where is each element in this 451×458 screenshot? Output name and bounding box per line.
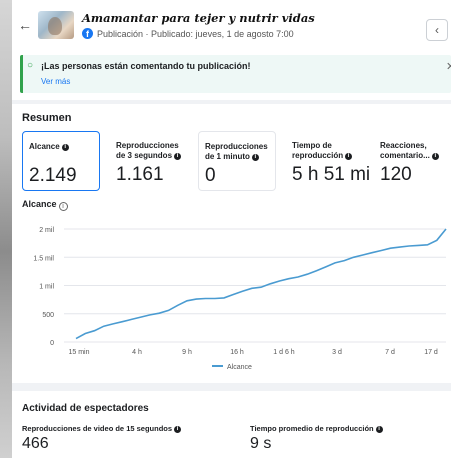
post-title: Amamantar para tejer y nutrir vidas xyxy=(82,11,315,25)
x-tick-label: 17 d xyxy=(424,349,438,356)
metric-value: 2.149 xyxy=(29,165,77,186)
x-tick-label: 16 h xyxy=(230,349,244,356)
reach-chart-title: Alcance i xyxy=(22,199,68,211)
viewer-metric-value: 9 s xyxy=(250,435,272,452)
close-icon[interactable]: ✕ xyxy=(446,60,451,73)
viewer-metric-label: Reproducciones de video de 15 segundos i xyxy=(22,424,182,433)
summary-title: Resumen xyxy=(22,112,72,124)
metric-label: Alcance i xyxy=(29,142,101,152)
notification-text: ¡Las personas están comentando tu public… xyxy=(41,61,251,71)
y-tick-label: 1.5 mil xyxy=(33,255,54,262)
x-tick-label: 9 h xyxy=(182,349,192,356)
metric-3s-plays[interactable]: Reproducciones de 3 segundos i 1.161 xyxy=(110,131,188,191)
post-subtitle: Publicación · Publicado: jueves, 1 de ag… xyxy=(97,29,294,39)
legend-swatch xyxy=(212,365,223,367)
viewer-activity-title: Actividad de espectadores xyxy=(22,403,149,414)
section-divider xyxy=(12,100,451,104)
metric-reactions[interactable]: Reacciones, comentario... i 120 xyxy=(374,131,451,191)
lightbulb-icon: ○ xyxy=(27,60,34,71)
info-icon[interactable]: i xyxy=(251,154,259,161)
y-tick-label: 0 xyxy=(50,340,54,347)
metric-label: Reproducciones de 3 segundos i xyxy=(116,141,188,161)
x-tick-label: 15 min xyxy=(68,349,89,356)
insights-panel: ← Amamantar para tejer y nutrir vidas f … xyxy=(12,0,451,458)
metric-value: 120 xyxy=(380,164,412,185)
metric-value: 5 h 51 mi xyxy=(292,164,371,185)
metric-value: 1.161 xyxy=(116,164,164,185)
info-icon[interactable]: i xyxy=(61,144,69,151)
x-tick-label: 1 d 6 h xyxy=(273,349,295,356)
chart-legend: Alcance xyxy=(212,364,252,371)
viewer-metric-label: Tiempo promedio de reproducción i xyxy=(250,424,383,433)
post-header: ← Amamantar para tejer y nutrir vidas f … xyxy=(12,0,451,46)
comment-notification: ○ ¡Las personas están comentando tu publ… xyxy=(20,55,451,93)
info-icon[interactable]: i xyxy=(345,153,353,160)
info-icon[interactable]: i xyxy=(174,153,182,160)
info-icon[interactable]: i xyxy=(58,202,68,211)
reach-line-chart: 0 500 1 mil 1.5 mil 2 mil 15 min 4 h 9 h 16 h 1 d… xyxy=(33,227,447,356)
info-icon[interactable]: i xyxy=(431,153,439,160)
metric-label: Tiempo de reproducción i xyxy=(292,141,370,161)
metric-1min-plays[interactable]: Reproducciones de 1 minuto i 0 xyxy=(198,131,276,191)
y-tick-label: 1 mil xyxy=(39,284,54,291)
see-more-link[interactable]: Ver más xyxy=(41,77,70,86)
y-tick-label: 500 xyxy=(42,312,54,319)
info-icon[interactable]: i xyxy=(375,426,383,433)
legend-label: Alcance xyxy=(227,364,252,371)
arrow-left-icon[interactable]: ← xyxy=(18,18,32,32)
info-icon[interactable]: i xyxy=(174,426,182,433)
reach-series-line xyxy=(75,228,447,340)
metric-watch-time[interactable]: Tiempo de reproducción i 5 h 51 mi xyxy=(286,131,374,191)
viewer-metric-value: 466 xyxy=(22,435,49,452)
post-thumbnail xyxy=(38,11,74,39)
facebook-icon: f xyxy=(82,28,93,39)
metric-value: 0 xyxy=(205,165,216,186)
metric-label: Reacciones, comentario... i xyxy=(380,141,442,161)
x-tick-label: 7 d xyxy=(385,349,395,356)
chevron-left-icon[interactable]: ‹ xyxy=(426,19,448,41)
x-tick-label: 4 h xyxy=(132,349,142,356)
y-tick-label: 2 mil xyxy=(39,227,54,234)
section-divider xyxy=(12,383,451,391)
metric-label: Reproducciones de 1 minuto i xyxy=(205,142,268,161)
metric-reach[interactable]: Alcance i 2.149 xyxy=(22,131,100,191)
x-tick-label: 3 d xyxy=(332,349,342,356)
